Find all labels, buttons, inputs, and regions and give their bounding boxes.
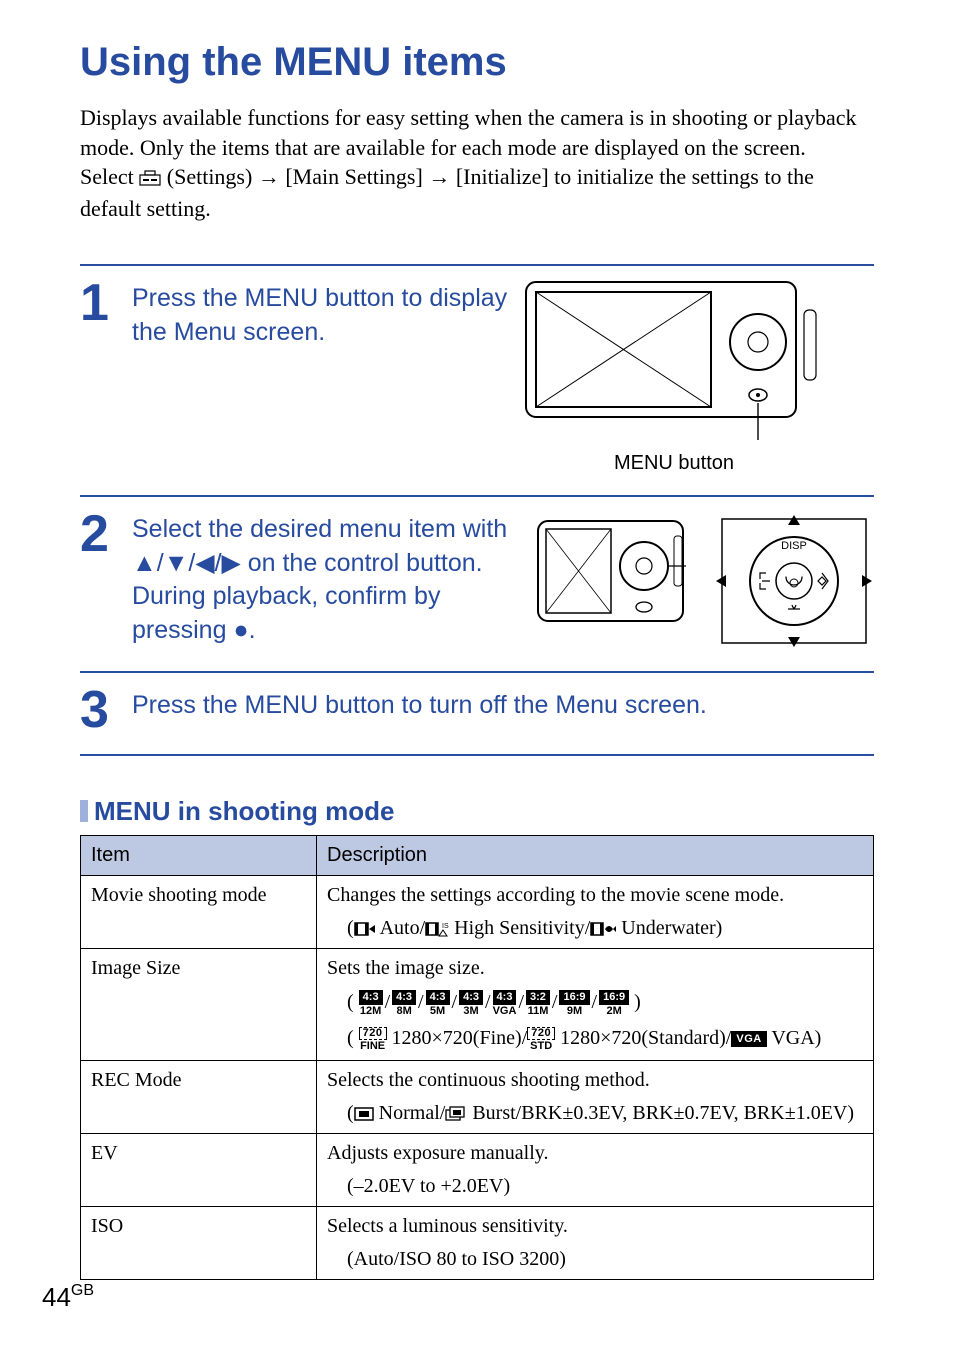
table-row: ISO Selects a luminous sensitivity. (Aut…: [81, 1206, 874, 1279]
cell-item: Image Size: [81, 948, 317, 1060]
step2-a: Select the desired menu item with: [132, 515, 507, 543]
movie-size-chip: 720STD: [527, 1027, 555, 1052]
arrow-right-icon: →: [258, 164, 280, 189]
control-wheel-icon: DISP: [714, 511, 874, 651]
arrow-right-icon: →: [428, 164, 450, 189]
cell-desc: Changes the settings according to the mo…: [317, 875, 874, 948]
cell-item: Movie shooting mode: [81, 875, 317, 948]
cell-desc: Selects a luminous sensitivity. (Auto/IS…: [317, 1206, 874, 1279]
cell-desc: Selects the continuous shooting method. …: [317, 1060, 874, 1133]
table-row: Movie shooting mode Changes the settings…: [81, 875, 874, 948]
th-description: Description: [317, 835, 874, 875]
subhead-text: MENU in shooting mode: [94, 796, 394, 827]
intro-line2a: Select: [80, 164, 139, 189]
toolbox-settings-icon: [139, 164, 161, 194]
desc-sub: (Auto/ISO 80 to ISO 3200): [327, 1248, 863, 1271]
desc-main: Selects a luminous sensitivity.: [327, 1215, 568, 1237]
th-item: Item: [81, 835, 317, 875]
table-row: REC Mode Selects the continuous shooting…: [81, 1060, 874, 1133]
table-row: EV Adjusts exposure manually. (–2.0EV to…: [81, 1133, 874, 1206]
step-2-figure: DISP: [536, 511, 874, 651]
separator: /: [416, 991, 426, 1013]
rec-burst: Burst/BRK±0.3EV, BRK±0.7EV, BRK±1.0EV: [472, 1102, 847, 1124]
svg-text:ISO: ISO: [442, 923, 449, 930]
movie-size-chip: 720FINE: [359, 1027, 387, 1052]
page-title: Using the MENU items: [80, 40, 874, 85]
cell-desc: Adjusts exposure manually. (–2.0EV to +2…: [317, 1133, 874, 1206]
step-1-figure: MENU button: [524, 280, 824, 475]
desc-main: Adjusts exposure manually.: [327, 1142, 548, 1164]
subhead-bar-icon: [80, 800, 88, 822]
movie-size-label: 1280×720(Fine)/: [387, 1027, 528, 1049]
menu-table: Item Description Movie shooting mode Cha…: [80, 835, 874, 1280]
sub-auto: Auto/: [380, 917, 426, 939]
separator: /: [383, 991, 393, 1013]
step-2: 2 Select the desired menu item with ▲/▼/…: [80, 495, 874, 671]
ratio-chip: 16:92M: [599, 990, 629, 1017]
camera-back-small-icon: [536, 511, 686, 641]
separator: /: [483, 991, 493, 1013]
ratio-chip: 16:99M: [559, 990, 589, 1017]
desc-main: Changes the settings according to the mo…: [327, 884, 784, 906]
step-number-2: 2: [80, 511, 120, 558]
camera-back-icon: [524, 280, 824, 448]
desc-main: Sets the image size.: [327, 957, 485, 979]
step-2-text: Select the desired menu item with ▲/▼/◀/…: [132, 511, 524, 648]
cell-item: REC Mode: [81, 1060, 317, 1133]
cell-item: EV: [81, 1133, 317, 1206]
movie-sizes-line: ( 720FINE 1280×720(Fine)/720STD 1280×720…: [327, 1027, 863, 1052]
rec-normal-icon: [354, 1102, 374, 1124]
vga-label: VGA): [767, 1027, 822, 1049]
intro-main-settings: [Main Settings]: [285, 164, 428, 189]
step2-c: .: [249, 616, 256, 644]
page-num: 44: [42, 1282, 71, 1312]
table-row: Image Size Sets the image size. ( 4:312M…: [81, 948, 874, 1060]
movie-size-label: 1280×720(Standard)/: [555, 1027, 731, 1049]
intro-settings: (Settings): [167, 164, 258, 189]
ratio-chip: 3:211M: [526, 990, 550, 1017]
cell-desc: Sets the image size. ( 4:312M/4:38M/4:35…: [317, 948, 874, 1060]
desc-main: Selects the continuous shooting method.: [327, 1069, 650, 1091]
sub-hs: High Sensitivity/: [454, 917, 590, 939]
table-header: Item Description: [81, 835, 874, 875]
ratio-chip: 4:35M: [426, 990, 450, 1017]
desc-sub: ( Normal/ Burst/BRK±0.3EV, BRK±0.7EV, BR…: [327, 1102, 863, 1125]
movie-auto-icon: [354, 917, 376, 939]
step-1: 1 Press the MENU button to display the M…: [80, 264, 874, 495]
rec-burst-icon: [445, 1102, 467, 1124]
cell-item: ISO: [81, 1206, 317, 1279]
vga-chip: VGA: [731, 1031, 766, 1047]
center-dot-icon: ●: [233, 616, 248, 644]
dpad-symbols: ▲/▼/◀/▶: [132, 549, 241, 577]
rec-normal: Normal/: [379, 1102, 446, 1124]
separator: /: [590, 991, 600, 1013]
ratios-line: ( 4:312M/4:38M/4:35M/4:33M/4:3VGA/3:211M…: [327, 990, 863, 1017]
step-number-1: 1: [80, 280, 120, 327]
step-3-text: Press the MENU button to turn off the Me…: [132, 687, 874, 723]
ratio-chip: 4:33M: [459, 990, 483, 1017]
step-number-3: 3: [80, 687, 120, 734]
step-1-text: Press the MENU button to display the Men…: [132, 280, 512, 350]
desc-sub: ( Auto/ISO High Sensitivity/ Underwater): [327, 917, 863, 940]
menu-button-caption: MENU button: [614, 452, 734, 475]
ratio-chip: 4:38M: [392, 990, 416, 1017]
separator: /: [450, 991, 460, 1013]
page-number: 44GB: [42, 1282, 94, 1313]
intro-line1: Displays available functions for easy se…: [80, 105, 857, 160]
subheading-shooting: MENU in shooting mode: [80, 796, 874, 827]
movie-uw-icon: [590, 917, 616, 939]
ratio-chip: 4:312M: [359, 990, 383, 1017]
intro-paragraph: Displays available functions for easy se…: [80, 103, 874, 224]
desc-sub: (–2.0EV to +2.0EV): [327, 1175, 863, 1198]
separator: /: [516, 991, 526, 1013]
step-3: 3 Press the MENU button to turn off the …: [80, 671, 874, 756]
svg-text:DISP: DISP: [781, 540, 807, 552]
page-suffix: GB: [71, 1282, 94, 1299]
movie-hs-icon: ISO: [425, 917, 449, 939]
ratio-chip: 4:3VGA: [493, 990, 517, 1017]
sub-uw: Underwater: [621, 917, 715, 939]
separator: /: [550, 991, 560, 1013]
